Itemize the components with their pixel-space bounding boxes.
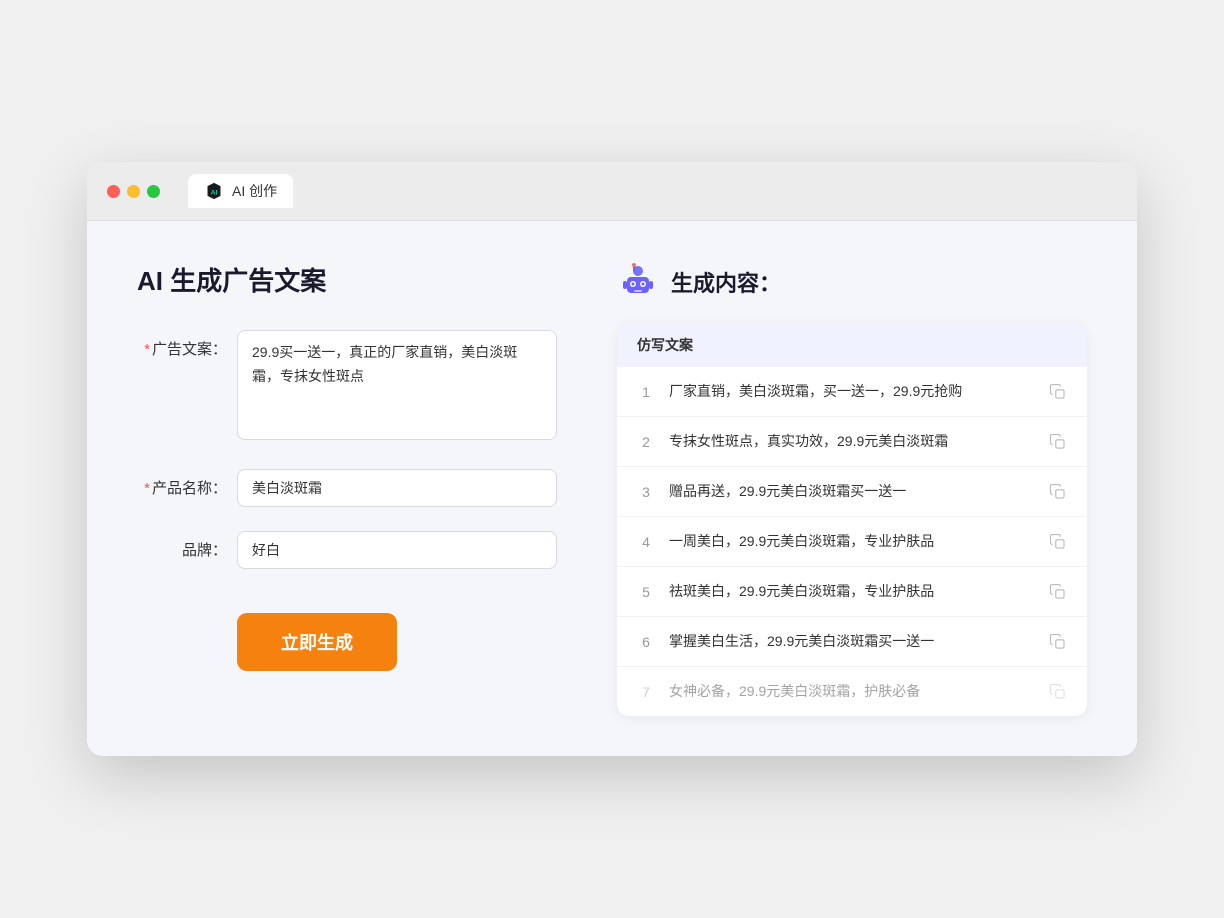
table-row: 7 女神必备，29.9元美白淡斑霜，护肤必备 — [617, 667, 1087, 716]
copy-icon[interactable] — [1049, 633, 1067, 651]
row-number: 2 — [637, 434, 655, 450]
maximize-button[interactable] — [147, 185, 160, 198]
product-name-label: *产品名称： — [137, 469, 227, 498]
copy-icon[interactable] — [1049, 683, 1067, 701]
ad-copy-textarea[interactable] — [237, 330, 557, 440]
result-header: 生成内容： — [617, 261, 1087, 303]
tab-label: AI 创作 — [232, 181, 277, 201]
ad-copy-form-group: *广告文案： — [137, 330, 557, 445]
result-table: 仿写文案 1 厂家直销，美白淡斑霜，买一送一，29.9元抢购 2 专抹女性斑点，… — [617, 323, 1087, 716]
svg-text:AI: AI — [211, 189, 218, 196]
page-title: AI 生成广告文案 — [137, 261, 557, 298]
product-name-form-group: *产品名称： — [137, 469, 557, 507]
row-text: 女神必备，29.9元美白淡斑霜，护肤必备 — [669, 681, 1035, 702]
copy-icon[interactable] — [1049, 583, 1067, 601]
right-panel: 生成内容： 仿写文案 1 厂家直销，美白淡斑霜，买一送一，29.9元抢购 2 专… — [617, 261, 1087, 716]
traffic-lights — [107, 185, 160, 198]
content-area: AI 生成广告文案 *广告文案： *产品名称： — [87, 221, 1137, 756]
row-number: 3 — [637, 484, 655, 500]
ai-icon: AI — [204, 181, 224, 201]
table-row: 2 专抹女性斑点，真实功效，29.9元美白淡斑霜 — [617, 417, 1087, 467]
row-text: 祛斑美白，29.9元美白淡斑霜，专业护肤品 — [669, 581, 1035, 602]
copy-icon[interactable] — [1049, 383, 1067, 401]
row-text: 专抹女性斑点，真实功效，29.9元美白淡斑霜 — [669, 431, 1035, 452]
row-number: 4 — [637, 534, 655, 550]
table-row: 1 厂家直销，美白淡斑霜，买一送一，29.9元抢购 — [617, 367, 1087, 417]
required-star-ad-copy: * — [144, 341, 150, 358]
copy-icon[interactable] — [1049, 533, 1067, 551]
copy-icon[interactable] — [1049, 433, 1067, 451]
table-header: 仿写文案 — [617, 323, 1087, 367]
title-bar: AI AI 创作 — [87, 162, 1137, 221]
ai-creation-tab[interactable]: AI AI 创作 — [188, 174, 293, 208]
row-number: 1 — [637, 384, 655, 400]
brand-input[interactable] — [237, 531, 557, 569]
product-name-input[interactable] — [237, 469, 557, 507]
row-text: 一周美白，29.9元美白淡斑霜，专业护肤品 — [669, 531, 1035, 552]
table-row: 5 祛斑美白，29.9元美白淡斑霜，专业护肤品 — [617, 567, 1087, 617]
close-button[interactable] — [107, 185, 120, 198]
robot-icon — [617, 261, 659, 303]
result-title: 生成内容： — [671, 266, 781, 298]
brand-form-group: 品牌： — [137, 531, 557, 569]
row-number: 5 — [637, 584, 655, 600]
row-number: 7 — [637, 684, 655, 700]
ad-copy-label: *广告文案： — [137, 330, 227, 359]
browser-window: AI AI 创作 AI 生成广告文案 *广告文案： *产品名称： — [87, 162, 1137, 756]
row-number: 6 — [637, 634, 655, 650]
required-star-product: * — [144, 480, 150, 497]
table-row: 3 赠品再送，29.9元美白淡斑霜买一送一 — [617, 467, 1087, 517]
copy-icon[interactable] — [1049, 483, 1067, 501]
brand-input-wrapper — [237, 531, 557, 569]
brand-label: 品牌： — [137, 531, 227, 560]
row-text: 厂家直销，美白淡斑霜，买一送一，29.9元抢购 — [669, 381, 1035, 402]
left-panel: AI 生成广告文案 *广告文案： *产品名称： — [137, 261, 557, 716]
ad-copy-input-wrapper — [237, 330, 557, 445]
row-text: 掌握美白生活，29.9元美白淡斑霜买一送一 — [669, 631, 1035, 652]
table-row: 6 掌握美白生活，29.9元美白淡斑霜买一送一 — [617, 617, 1087, 667]
row-text: 赠品再送，29.9元美白淡斑霜买一送一 — [669, 481, 1035, 502]
product-name-input-wrapper — [237, 469, 557, 507]
table-row: 4 一周美白，29.9元美白淡斑霜，专业护肤品 — [617, 517, 1087, 567]
minimize-button[interactable] — [127, 185, 140, 198]
generate-button[interactable]: 立即生成 — [237, 613, 397, 671]
